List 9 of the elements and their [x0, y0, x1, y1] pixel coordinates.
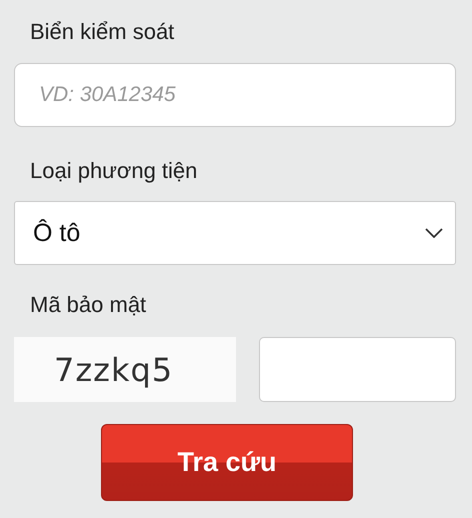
field-label: Mã bảo mật	[30, 291, 148, 319]
search-button[interactable]: Tra cứu	[101, 424, 353, 501]
plate-input-field[interactable]: VD: 30A12345	[14, 63, 456, 127]
vehicle-type-select[interactable]: Ô tô	[14, 201, 456, 265]
field-label: Biển kiểm soát	[30, 18, 176, 46]
captcha-input-field[interactable]	[259, 337, 456, 402]
field-label: Loại phương tiện	[30, 157, 198, 185]
chevron-down-icon	[425, 228, 443, 238]
captcha-image: 7zzkq5	[14, 337, 236, 402]
